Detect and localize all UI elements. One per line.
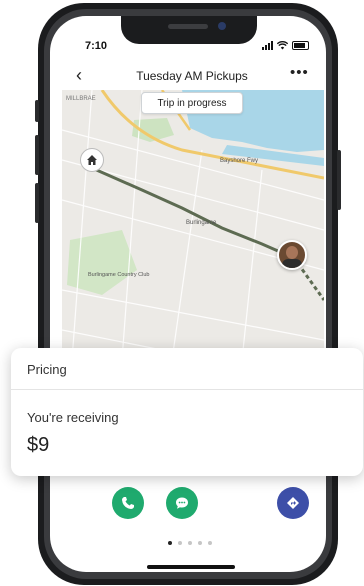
message-button[interactable] [166, 487, 198, 519]
wifi-icon [277, 41, 288, 50]
map-label-club: Burlingame Country Club [88, 272, 149, 278]
page-dot[interactable] [188, 541, 192, 545]
volume-up-button [35, 135, 39, 175]
status-time: 7:10 [85, 40, 108, 52]
home-icon [87, 155, 97, 165]
signal-icon [262, 41, 273, 50]
chat-icon [176, 497, 188, 509]
power-button [337, 150, 341, 210]
front-camera [218, 22, 226, 30]
notch [121, 16, 257, 44]
divider [11, 389, 363, 390]
map-canvas: MILLBRAE Bayshore Fwy Burlingame Burling… [62, 90, 324, 360]
nav-bar: ‹ Tuesday AM Pickups ••• [62, 62, 322, 90]
volume-down-button [35, 183, 39, 223]
call-button[interactable] [112, 487, 144, 519]
mute-switch [35, 100, 39, 122]
home-indicator[interactable] [147, 565, 235, 569]
page-indicator [168, 541, 212, 545]
driver-avatar[interactable] [277, 240, 307, 270]
battery-icon [292, 41, 309, 50]
status-icons [262, 41, 309, 50]
receiving-amount: $9 [27, 434, 50, 456]
map-label-millbrae: MILLBRAE [66, 96, 96, 102]
route-map[interactable]: MILLBRAE Bayshore Fwy Burlingame Burling… [62, 90, 324, 360]
page-title: Tuesday AM Pickups [136, 69, 248, 83]
page-dot-active[interactable] [168, 541, 172, 545]
map-label-city: Burlingame [186, 220, 217, 226]
more-options-button[interactable]: ••• [290, 64, 309, 81]
pricing-card: Pricing You're receiving $9 [11, 348, 363, 476]
receiving-label: You're receiving [27, 410, 119, 425]
home-marker[interactable] [80, 148, 104, 172]
navigation-icon [287, 497, 299, 509]
speaker-grille [168, 24, 208, 29]
navigate-button[interactable] [277, 487, 309, 519]
page-dot[interactable] [178, 541, 182, 545]
page-dot[interactable] [208, 541, 212, 545]
page-dot[interactable] [198, 541, 202, 545]
phone-icon [122, 497, 134, 509]
pricing-title: Pricing [27, 362, 67, 377]
map-label-road: Bayshore Fwy [220, 158, 258, 164]
trip-status-pill: Trip in progress [141, 92, 243, 114]
